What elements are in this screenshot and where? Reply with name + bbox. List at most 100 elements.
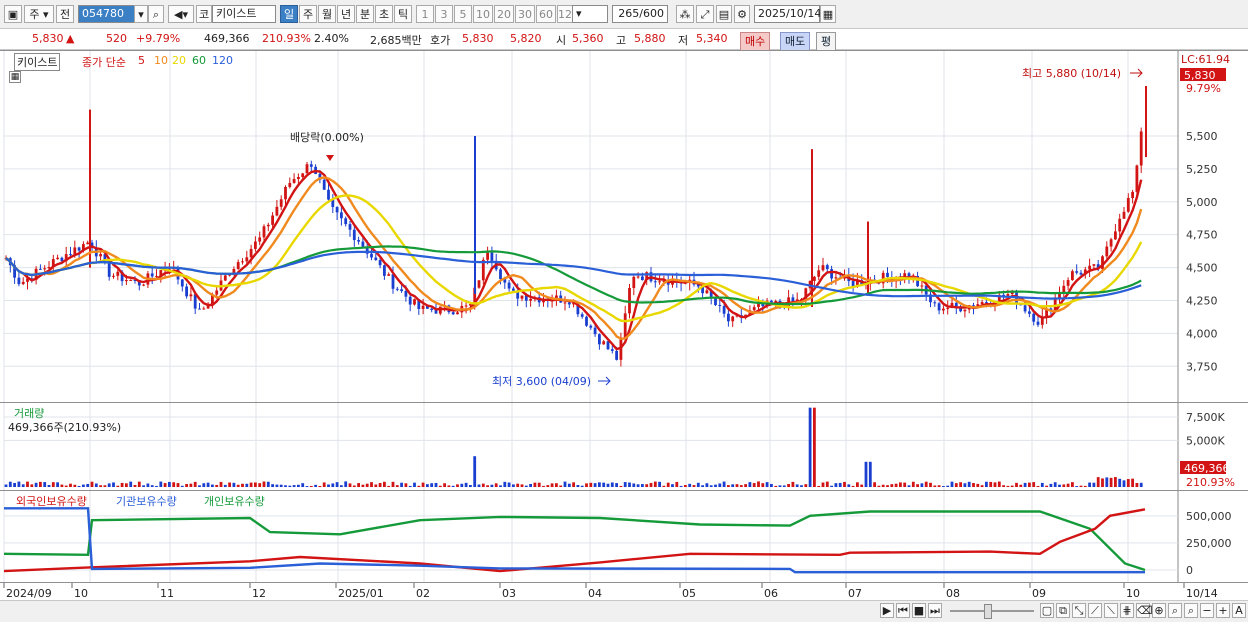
date-field[interactable]: 2025/10/14: [754, 5, 821, 23]
candle-body-165: [714, 298, 717, 306]
price-chart[interactable]: 5,500 5,250 5,000 4,750 4,500 4,250 4,000 3,750…: [0, 51, 1248, 402]
interval-button-10[interactable]: 10: [473, 5, 493, 23]
candle-body-55: [241, 261, 244, 263]
candle-body-253: [1092, 264, 1096, 266]
vol-bar-145: [628, 482, 631, 487]
legend-ma-20[interactable]: 20: [172, 54, 186, 67]
code-dropdown-icon[interactable]: ▾: [134, 5, 148, 23]
count-max: /600: [639, 7, 664, 20]
vol-bar-44: [193, 481, 197, 487]
chart-menu-icon[interactable]: ▣: [4, 5, 22, 23]
search-icon[interactable]: ⌕: [148, 5, 164, 23]
count-field[interactable]: 265/600: [612, 5, 668, 23]
legend-ma-60[interactable]: 60: [192, 54, 206, 67]
candle-body-264: [1139, 131, 1143, 166]
font-size-icon[interactable]: A: [1232, 603, 1246, 618]
legend-ma-120[interactable]: 120: [212, 54, 233, 67]
holding-chart[interactable]: 500,000 250,000 0: [0, 491, 1248, 583]
count-dropdown[interactable]: ▾: [572, 5, 608, 23]
first-icon[interactable]: ⏮: [896, 603, 910, 618]
legend-stock-name[interactable]: 키이스트: [14, 53, 61, 71]
price-tick-5: 4,250: [1186, 294, 1218, 307]
candle-body-117: [507, 282, 511, 289]
zoom-slider[interactable]: [950, 610, 1034, 612]
erase-icon[interactable]: ⌫: [1136, 603, 1153, 618]
vol-bar-112: [486, 485, 489, 487]
trend-icon[interactable]: ⟍: [1104, 603, 1118, 618]
candle-body-258: [1114, 231, 1117, 240]
gear-icon[interactable]: ⚙: [734, 5, 750, 23]
sell-button[interactable]: 매도: [780, 32, 811, 51]
draw-icon[interactable]: ⤡: [1072, 603, 1086, 618]
volume-chart[interactable]: 7,500K 5,000K 469,366210.93%: [0, 403, 1248, 490]
interval-button-60[interactable]: 60: [536, 5, 556, 23]
zoom-in-icon[interactable]: ⊕: [1152, 603, 1166, 618]
period-tab-5[interactable]: 초: [375, 5, 393, 23]
interval-button-1[interactable]: 1: [416, 5, 434, 23]
candle-body-42: [185, 286, 188, 297]
plus-icon[interactable]: +: [1216, 603, 1230, 618]
zoom-slider-handle[interactable]: [984, 604, 992, 619]
stop-icon[interactable]: ■: [912, 603, 926, 618]
interval-button-3[interactable]: 3: [435, 5, 453, 23]
buy-button[interactable]: 매수: [740, 32, 771, 51]
period-tab-4[interactable]: 분: [356, 5, 374, 23]
scroll-right-icon[interactable]: ▶: [880, 603, 894, 618]
vol-bar-253: [1092, 482, 1096, 487]
candle-body-89: [387, 274, 391, 276]
period-tab-0[interactable]: 일: [280, 5, 298, 23]
period-tab-2[interactable]: 월: [318, 5, 336, 23]
avg-button[interactable]: 평: [816, 32, 837, 51]
holding-legend-0[interactable]: 외국인보유수량: [16, 493, 87, 509]
minus-icon[interactable]: −: [1200, 603, 1214, 618]
vol-bar-208: [899, 482, 902, 487]
vol-bar-213: [920, 483, 924, 487]
vol-bar-21: [94, 483, 98, 487]
vol-bar-98: [426, 484, 429, 487]
candle-body-247: [1066, 280, 1070, 286]
vol-bar-120: [520, 484, 524, 487]
line-icon[interactable]: ⟋: [1088, 603, 1102, 618]
vol-bar-64: [279, 484, 283, 487]
period-tab-6[interactable]: 틱: [394, 5, 412, 23]
last-icon[interactable]: ⏭: [928, 603, 942, 618]
vol-bar-179: [774, 485, 778, 487]
speaker-icon[interactable]: ◀▾: [168, 5, 194, 23]
legend-ma-5[interactable]: 5: [138, 54, 145, 67]
candle-body-237: [1023, 305, 1027, 312]
stock-code-input[interactable]: 054780: [78, 5, 136, 23]
layout-icon[interactable]: ▢: [1040, 603, 1054, 618]
candle-body-32: [142, 284, 145, 286]
interval-button-5[interactable]: 5: [454, 5, 472, 23]
compare-icon[interactable]: ⤢: [696, 5, 714, 23]
holding-legend-2[interactable]: 개인보유수량: [204, 493, 265, 509]
vol-tick-1: 5,000K: [1186, 434, 1225, 447]
magnify-icon[interactable]: ⌕: [1184, 603, 1198, 618]
candle-body-29: [129, 279, 133, 281]
candle-body-183: [791, 297, 795, 302]
vol-bar-94: [408, 485, 412, 487]
copy-icon[interactable]: ⧉: [1056, 603, 1070, 618]
holding-legend-1[interactable]: 기관보유수량: [116, 493, 177, 509]
interval-button-20[interactable]: 20: [494, 5, 514, 23]
vol-bar-223: [963, 483, 967, 487]
market-select[interactable]: 주 ▾: [24, 5, 54, 23]
candle-body-54: [236, 262, 240, 270]
search-chart-icon[interactable]: ⌕: [1168, 603, 1182, 618]
period-tab-1[interactable]: 주: [299, 5, 317, 23]
vol-bar-51: [223, 484, 227, 487]
x-label-9: 06: [764, 587, 778, 600]
fib-icon[interactable]: ⋕: [1120, 603, 1134, 618]
interval-button-30[interactable]: 30: [515, 5, 535, 23]
save-icon[interactable]: ▤: [716, 5, 732, 23]
vol-bar-236: [1019, 484, 1023, 487]
period-tab-3[interactable]: 년: [337, 5, 355, 23]
legend-ma-10[interactable]: 10: [154, 54, 168, 67]
vol-bar-123: [533, 482, 537, 487]
candle-body-61: [266, 224, 270, 227]
tools-icon[interactable]: ⁂: [676, 5, 694, 23]
vol-bar-148: [641, 484, 644, 487]
grid-icon[interactable]: ▦: [9, 71, 21, 83]
calendar-icon[interactable]: ▦: [820, 5, 836, 23]
prev-button[interactable]: 전: [56, 5, 74, 23]
